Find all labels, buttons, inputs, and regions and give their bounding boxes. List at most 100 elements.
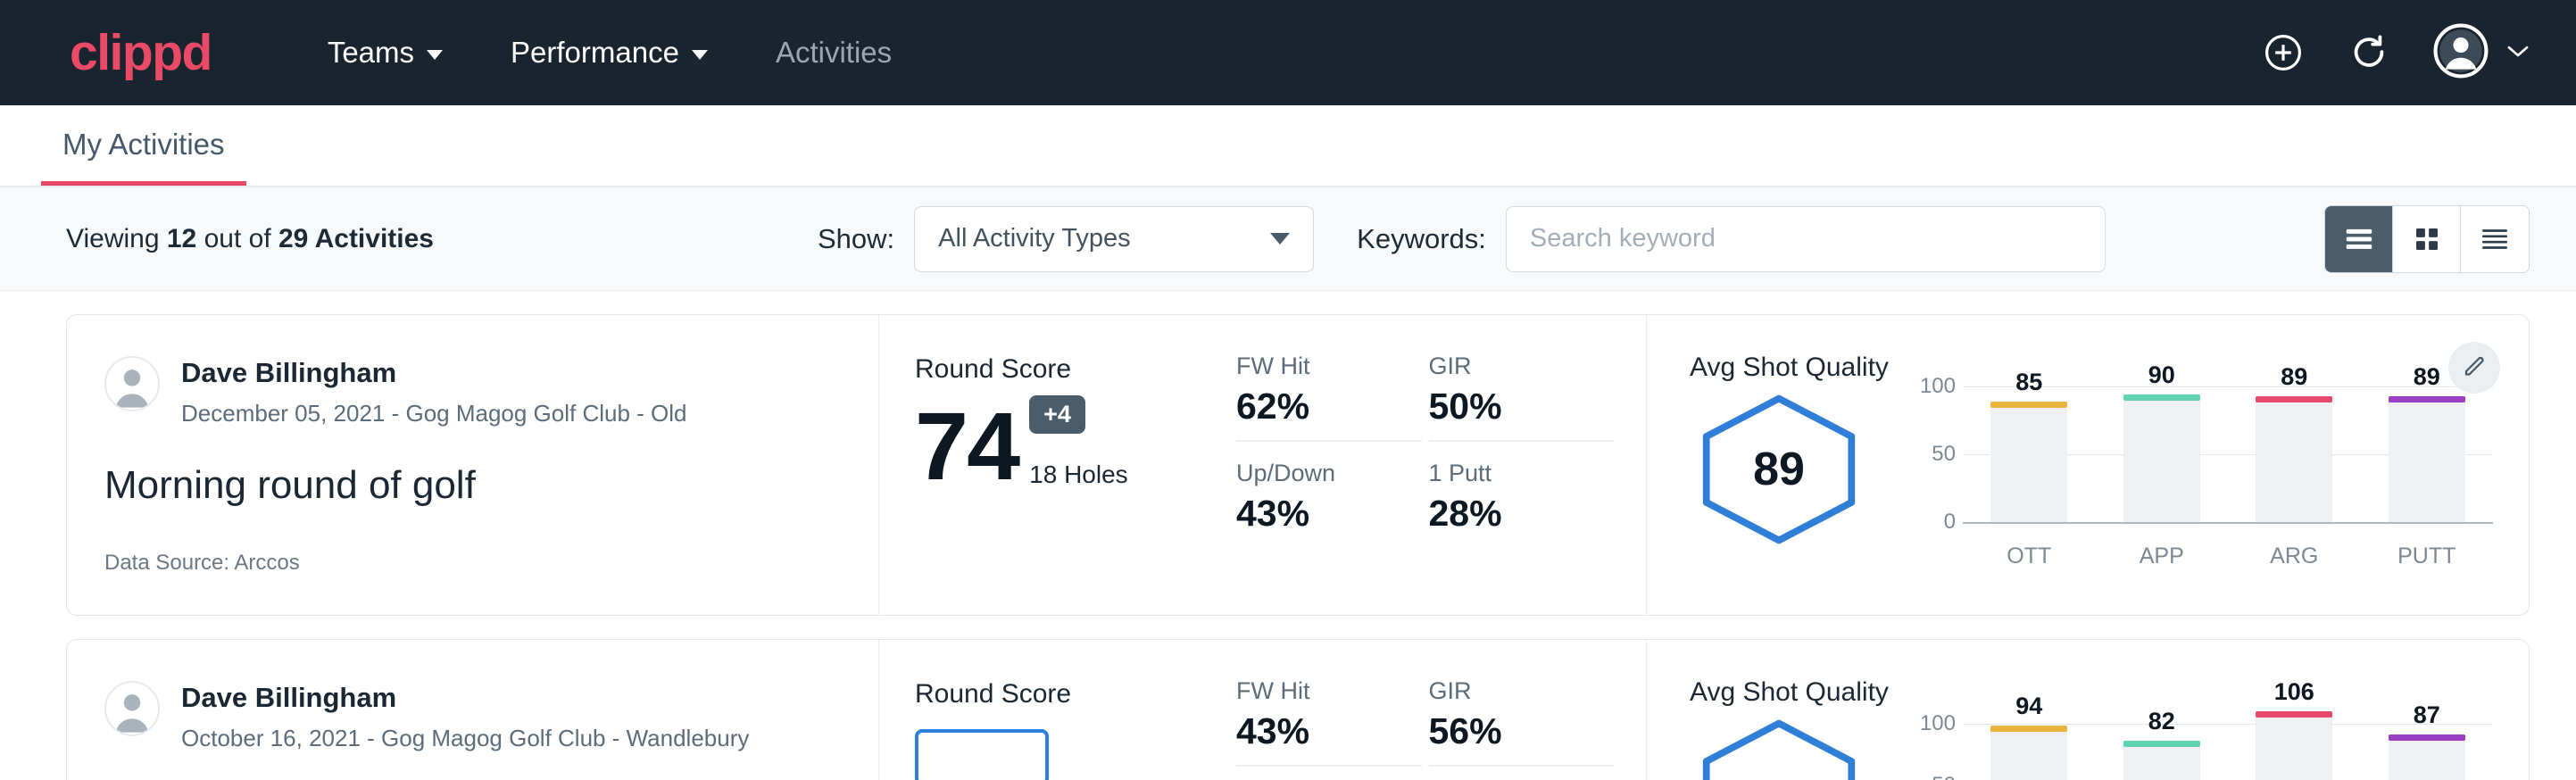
chart-y-axis: 050100 bbox=[1900, 711, 1956, 780]
edit-activity-button[interactable] bbox=[2448, 342, 2500, 394]
shot-quality-hexagon bbox=[1690, 711, 1868, 780]
round-stats-column: FW Hit 62% GIR 50% Up/Down 43% 1 Putt 28… bbox=[1236, 315, 1647, 615]
bar-value-label: 106 bbox=[2274, 678, 2314, 706]
activity-author: Dave Billingham December 05, 2021 - Gog … bbox=[104, 356, 843, 427]
chart-bars: 948210687 bbox=[1963, 711, 2493, 780]
activity-card[interactable]: Dave Billingham December 05, 2021 - Gog … bbox=[66, 314, 2530, 616]
bar-cap bbox=[2389, 734, 2465, 741]
stat-gir-label: GIR bbox=[1429, 677, 1590, 705]
round-score-value: 74 bbox=[915, 398, 1018, 494]
stat-up-down: Up/Down 43% bbox=[1236, 460, 1422, 535]
stat-fw-hit: FW Hit 43% bbox=[1236, 677, 1422, 767]
bar-cap bbox=[2256, 711, 2332, 718]
stat-fw-hit-label: FW Hit bbox=[1236, 677, 1397, 705]
bar-cap bbox=[1990, 402, 2067, 408]
bar-value-label: 94 bbox=[2015, 693, 2042, 720]
bar-value-label: 87 bbox=[2414, 701, 2440, 729]
chart-x-axis: OTTAPPARGPUTT bbox=[1963, 522, 2493, 569]
round-score-column: Round Score 74 +4 18 Holes bbox=[879, 315, 1236, 615]
chart-y-tick-label: 50 bbox=[1932, 773, 1956, 780]
refresh-icon[interactable] bbox=[2347, 31, 2390, 74]
chevron-down-icon bbox=[2505, 42, 2531, 64]
stat-gir-value: 50% bbox=[1429, 386, 1590, 427]
account-avatar-icon bbox=[2433, 23, 2489, 83]
chart-x-tick-labels: OTTAPPARGPUTT bbox=[1963, 544, 2493, 569]
viewing-count: 12 bbox=[167, 224, 196, 253]
shot-quality-bar-chart: 050100948210687OTTAPPARGPUTT bbox=[1900, 711, 2493, 780]
activity-author: Dave Billingham October 16, 2021 - Gog M… bbox=[104, 681, 843, 752]
nav-item-teams[interactable]: Teams bbox=[294, 36, 477, 70]
chart-y-tick-label: 0 bbox=[1944, 510, 1956, 535]
nav-item-activities-label: Activities bbox=[776, 36, 892, 70]
chevron-down-icon bbox=[427, 50, 443, 60]
chevron-down-icon bbox=[1270, 233, 1290, 245]
bar-cap bbox=[2123, 394, 2200, 401]
avatar bbox=[104, 356, 160, 411]
activity-card[interactable]: Dave Billingham October 16, 2021 - Gog M… bbox=[66, 639, 2530, 780]
chevron-down-icon bbox=[692, 50, 708, 60]
shot-quality-value: 89 bbox=[1696, 394, 1862, 545]
viewing-prefix: Viewing bbox=[66, 224, 160, 253]
bar-cap bbox=[2389, 396, 2465, 402]
chart-y-tick-label: 50 bbox=[1932, 442, 1956, 467]
shot-quality-hexagon: 89 bbox=[1690, 386, 1868, 545]
bar-body: 87 bbox=[2389, 740, 2465, 780]
nav-item-performance-label: Performance bbox=[511, 36, 679, 70]
shot-quality-body: 050100948210687OTTAPPARGPUTT bbox=[1690, 711, 2493, 780]
activity-info-column: Dave Billingham December 05, 2021 - Gog … bbox=[67, 315, 879, 615]
chart-bar-ott: 85 bbox=[1990, 386, 2067, 522]
activity-meta: October 16, 2021 - Gog Magog Golf Club -… bbox=[181, 725, 749, 752]
nav-right-actions bbox=[2262, 23, 2531, 83]
nav-item-performance[interactable]: Performance bbox=[477, 36, 742, 70]
activity-meta: December 05, 2021 - Gog Magog Golf Club … bbox=[181, 400, 687, 427]
stat-fw-hit-label: FW Hit bbox=[1236, 353, 1397, 380]
app-logo[interactable]: clippd bbox=[70, 28, 212, 79]
chart-plot-area: 85908989 bbox=[1963, 386, 2493, 522]
activity-type-select[interactable]: All Activity Types bbox=[914, 206, 1314, 272]
show-filter-group: Show: All Activity Types bbox=[818, 206, 1314, 272]
shot-quality-bar-chart: 05010085908989OTTAPPARGPUTT bbox=[1900, 386, 2493, 565]
top-navigation-bar: clippd Teams Performance Activities bbox=[0, 0, 2576, 105]
round-score-label: Round Score bbox=[915, 354, 1236, 385]
holes-label: 18 Holes bbox=[1029, 461, 1128, 489]
stat-fw-hit-value: 62% bbox=[1236, 386, 1397, 427]
stat-gir-label: GIR bbox=[1429, 353, 1590, 380]
chart-x-tick-label: ARG bbox=[2256, 544, 2332, 569]
avatar bbox=[104, 681, 160, 736]
bar-body: 94 bbox=[1990, 731, 2067, 780]
keywords-label: Keywords: bbox=[1357, 223, 1486, 255]
bar-value-label: 85 bbox=[2015, 369, 2042, 396]
nav-item-activities[interactable]: Activities bbox=[742, 36, 926, 70]
bar-body: 89 bbox=[2256, 402, 2332, 522]
stat-one-putt: 1 Putt 28% bbox=[1429, 460, 1615, 535]
plus-circle-icon[interactable] bbox=[2262, 31, 2305, 74]
round-score-column: Round Score bbox=[879, 640, 1236, 780]
round-score-placeholder bbox=[915, 729, 1049, 780]
search-input[interactable] bbox=[1506, 206, 2106, 272]
avg-shot-quality-label: Avg Shot Quality bbox=[1690, 353, 2493, 383]
activity-author-text: Dave Billingham October 16, 2021 - Gog M… bbox=[181, 681, 749, 752]
activity-data-source: Data Source: Arccos bbox=[104, 551, 843, 576]
round-stats-grid: FW Hit 43% GIR 56% bbox=[1236, 677, 1614, 780]
account-menu[interactable] bbox=[2433, 23, 2531, 83]
avg-shot-quality-label: Avg Shot Quality bbox=[1690, 677, 2493, 708]
stat-up-down-label: Up/Down bbox=[1236, 460, 1397, 487]
chart-plot-area: 948210687 bbox=[1963, 711, 2493, 780]
activity-author-text: Dave Billingham December 05, 2021 - Gog … bbox=[181, 356, 687, 427]
main-nav-items: Teams Performance Activities bbox=[294, 36, 926, 70]
compact-list-icon[interactable] bbox=[2461, 206, 2529, 272]
activity-info-column: Dave Billingham October 16, 2021 - Gog M… bbox=[67, 640, 879, 780]
tab-my-activities[interactable]: My Activities bbox=[41, 128, 246, 186]
chart-bar-app: 90 bbox=[2123, 386, 2200, 522]
round-score-label: Round Score bbox=[915, 679, 1236, 709]
bar-value-label: 89 bbox=[2281, 363, 2307, 391]
shot-quality-column: Avg Shot Quality 050100948210687OTTAPPAR… bbox=[1647, 640, 2529, 780]
stat-fw-hit-value: 43% bbox=[1236, 710, 1397, 752]
grid-view-icon[interactable] bbox=[2393, 206, 2461, 272]
bar-value-label: 82 bbox=[2148, 708, 2175, 735]
stat-gir: GIR 56% bbox=[1429, 677, 1615, 767]
page-tabbar: My Activities bbox=[0, 105, 2576, 187]
list-view-icon[interactable] bbox=[2325, 206, 2393, 272]
bar-value-label: 90 bbox=[2148, 361, 2175, 389]
stat-gir-value: 56% bbox=[1429, 710, 1590, 752]
